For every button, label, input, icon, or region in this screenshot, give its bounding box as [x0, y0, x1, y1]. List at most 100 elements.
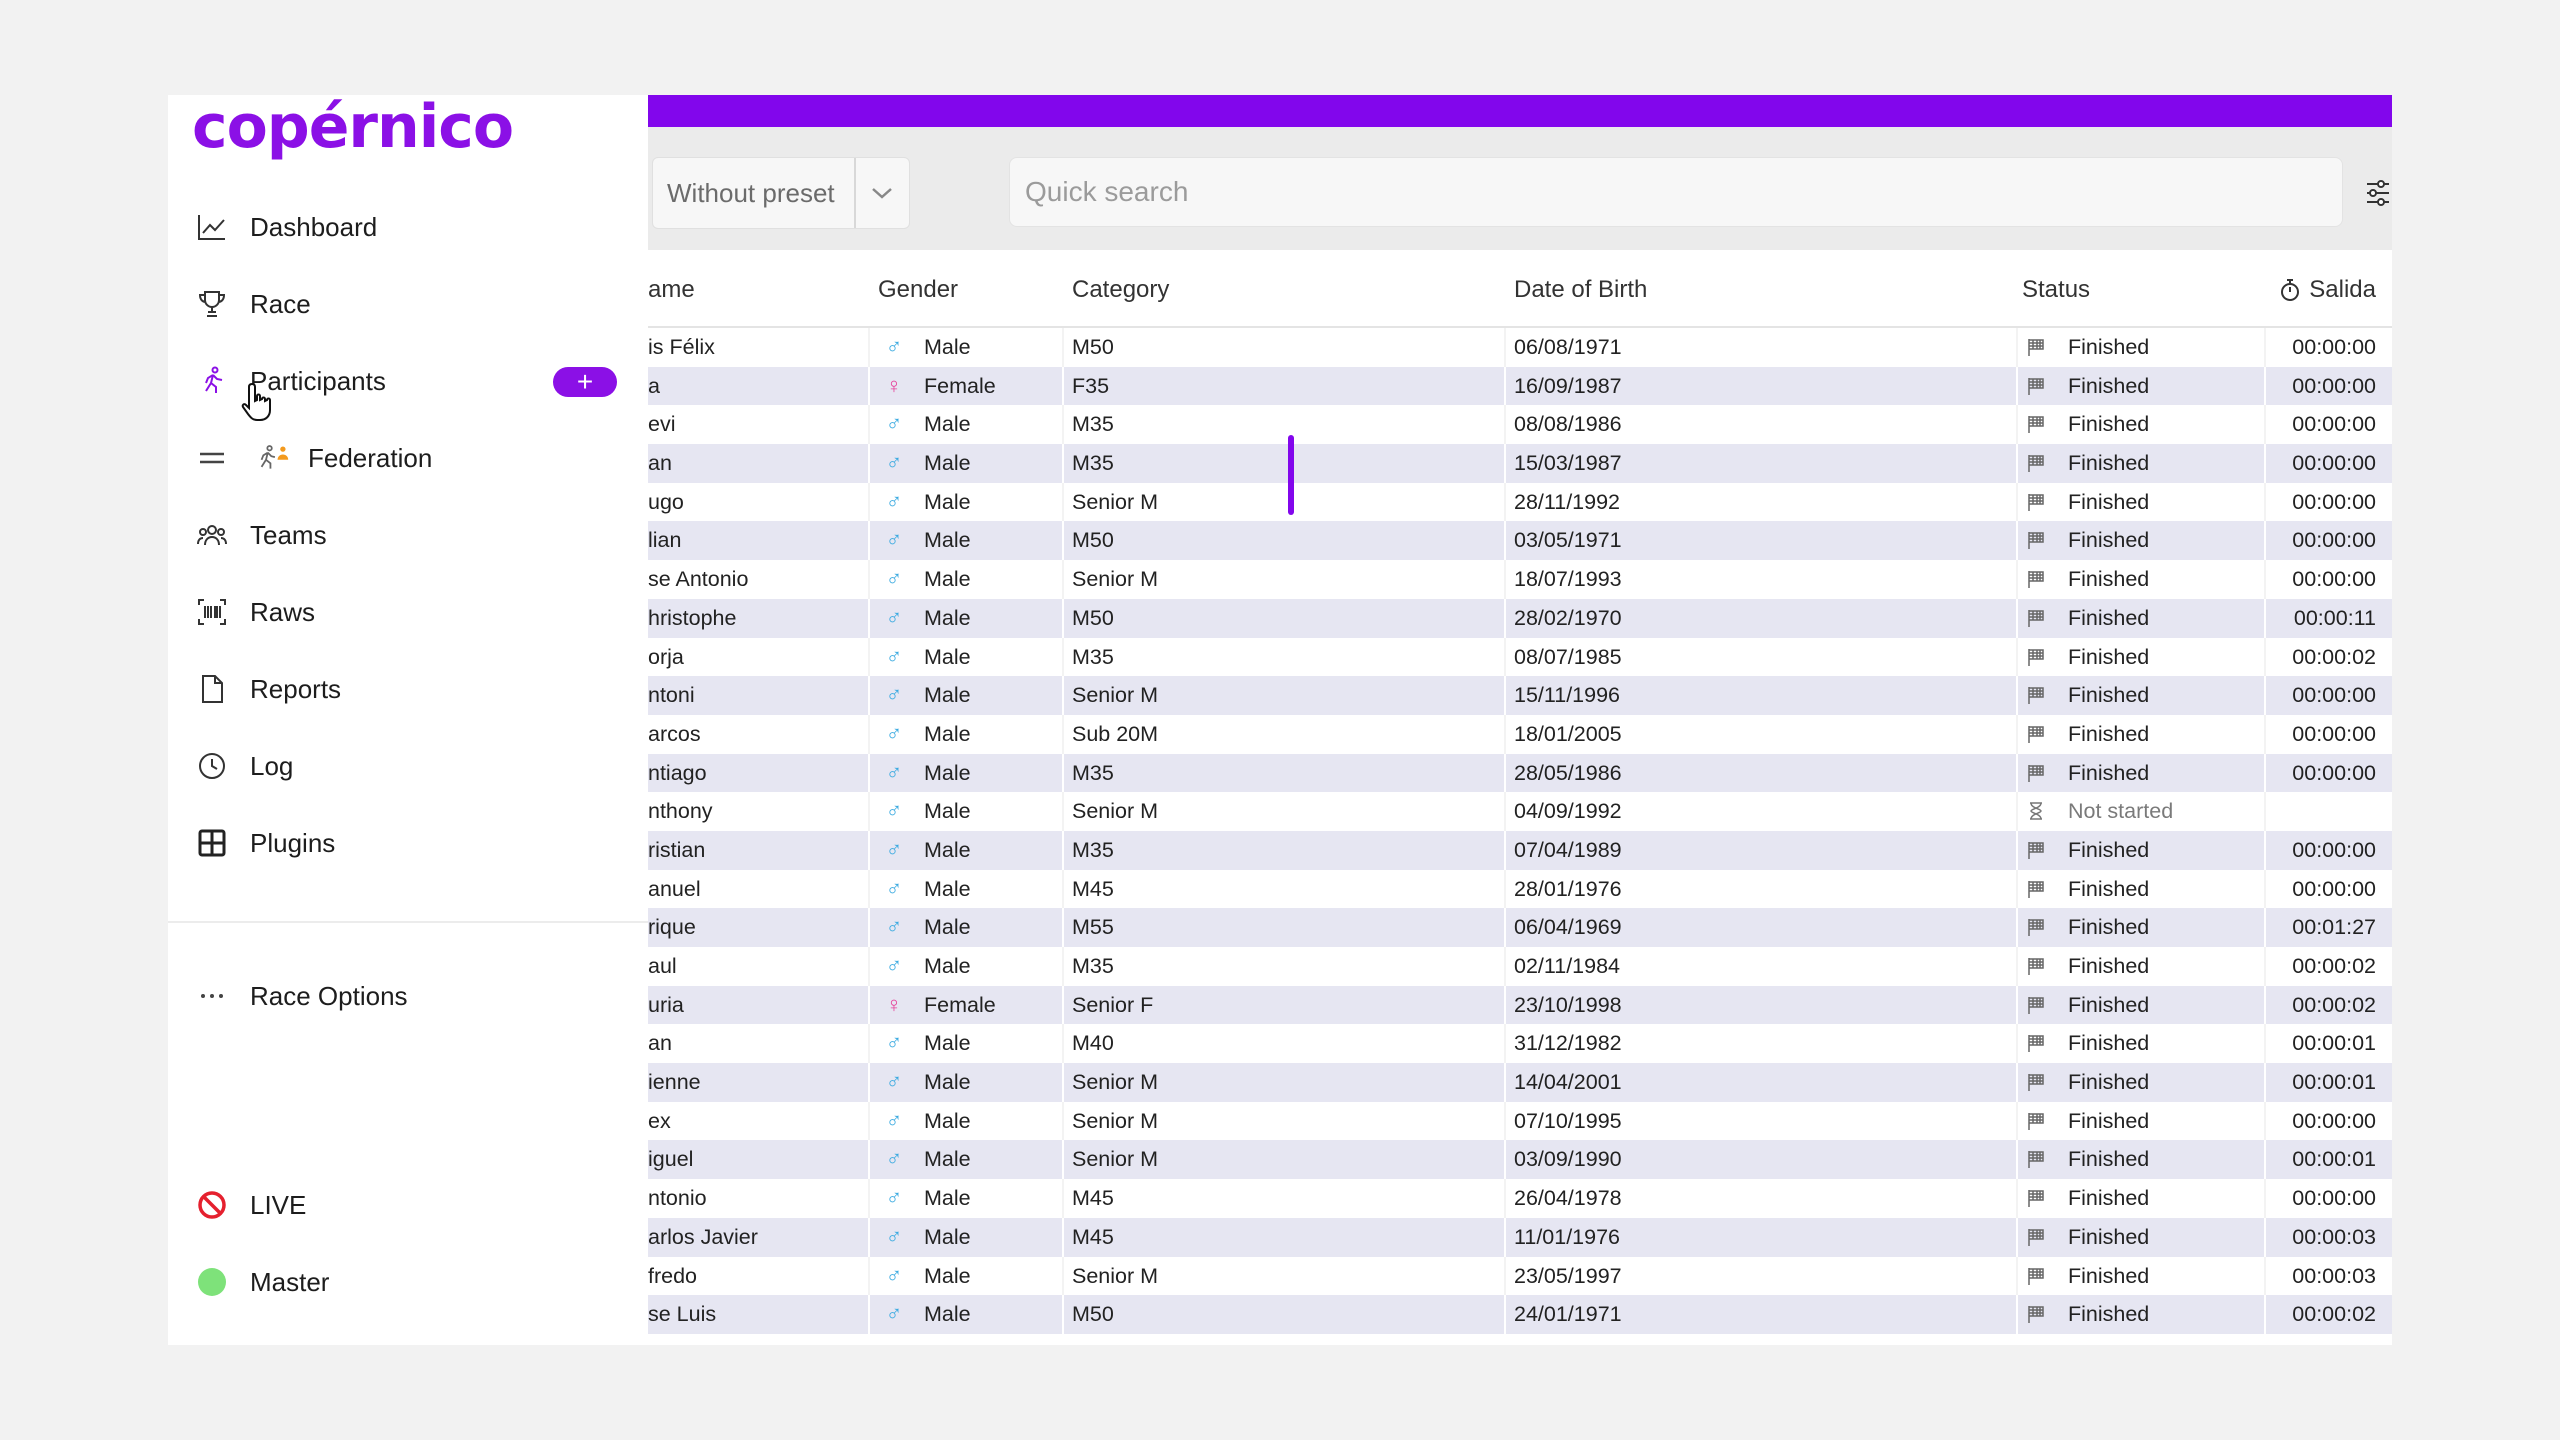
cell-gender: Male: [924, 335, 971, 359]
cell-gender: Male: [924, 1263, 971, 1288]
sidebar-item-dashboard[interactable]: Dashboard: [194, 203, 624, 251]
table-row[interactable]: ristian ♂ Male M35 07/04/1989 Finished 00:00:0…: [648, 830, 2392, 870]
drag-handle-icon[interactable]: [194, 440, 230, 476]
table-row[interactable]: ntoni ♂ Male Senior M 15/11/1996 Finished 00:0…: [648, 676, 2392, 715]
sidebar-item-plugins[interactable]: Plugins: [194, 819, 624, 867]
cell-dob: 07/04/1989: [1514, 837, 1622, 862]
barcode-icon: [194, 594, 230, 630]
cell-gender: Male: [924, 1070, 971, 1095]
male-symbol-icon: ♂: [885, 488, 903, 514]
sidebar-item-federation[interactable]: Federation: [194, 434, 624, 482]
column-header-gender[interactable]: Gender: [878, 276, 958, 304]
cell-salida: 00:00:00: [2292, 567, 2376, 592]
cell-salida: 00:00:02: [2292, 992, 2376, 1017]
preset-select[interactable]: Without preset: [652, 157, 910, 229]
chevron-down-icon[interactable]: [856, 186, 909, 200]
table-row[interactable]: evi ♂ Male M35 08/08/1986 Finished 00:00:00: [648, 405, 2392, 445]
table-row[interactable]: an ♂ Male M35 15/03/1987 Finished 00:00:00: [648, 444, 2392, 483]
cell-status: Finished: [2068, 992, 2150, 1017]
male-symbol-icon: ♂: [885, 1185, 903, 1211]
cell-name: iguel: [648, 1147, 694, 1172]
column-header-status[interactable]: Status: [2022, 276, 2090, 304]
add-participant-button[interactable]: +: [553, 367, 617, 397]
sidebar-item-log[interactable]: Log: [194, 742, 624, 790]
table-row[interactable]: hristophe ♂ Male M50 28/02/1970 Finished 00:00…: [648, 598, 2392, 638]
table-row[interactable]: ex ♂ Male Senior M 07/10/1995 Finished 00:00:0…: [648, 1101, 2392, 1141]
table-row[interactable]: se Luis ♂ Male M50 24/01/1971 Finished 00:00:0…: [648, 1295, 2392, 1334]
table-row[interactable]: nthony ♂ Male Senior M 04/09/1992 Not started: [648, 792, 2392, 831]
table-row[interactable]: ntiago ♂ Male M35 28/05/1986 Finished 00:00:00: [648, 753, 2392, 793]
male-symbol-icon: ♂: [885, 1107, 903, 1133]
column-header-salida[interactable]: Salida: [2279, 276, 2376, 304]
sidebar-item-race-options[interactable]: Race Options: [194, 972, 624, 1020]
male-symbol-icon: ♂: [885, 682, 903, 708]
table-row[interactable]: orja ♂ Male M35 08/07/1985 Finished 00:00:02: [648, 637, 2392, 677]
trophy-icon: [194, 286, 230, 322]
male-symbol-icon: ♂: [885, 411, 903, 437]
table-row[interactable]: arcos ♂ Male Sub 20M 18/01/2005 Finished 00:00…: [648, 714, 2392, 754]
search-box[interactable]: [1009, 157, 2343, 227]
cell-gender: Male: [924, 528, 971, 553]
table-row[interactable]: lian ♂ Male M50 03/05/1971 Finished 00:00:00: [648, 521, 2392, 561]
cell-name: lian: [648, 528, 682, 553]
cell-status: Finished: [2068, 1147, 2150, 1172]
table-row[interactable]: arlos Javier ♂ Male M45 11/01/1976 Finished 00…: [648, 1217, 2392, 1257]
cell-category: F35: [1072, 373, 1110, 398]
cell-status: Finished: [2068, 1031, 2150, 1056]
cell-status: Finished: [2068, 451, 2150, 476]
table-body: is Félix ♂ Male M50 06/08/1971 Finished 00:00:…: [648, 328, 2392, 1334]
sidebar-item-teams[interactable]: Teams: [194, 511, 624, 559]
cell-salida: 00:00:00: [2292, 721, 2376, 746]
ellipsis-icon: [194, 978, 230, 1014]
cell-name: orja: [648, 644, 684, 669]
cell-dob: 15/03/1987: [1514, 451, 1622, 476]
table-row[interactable]: a ♀ Female F35 16/09/1987 Finished 00:00:00: [648, 366, 2392, 406]
table-row[interactable]: rique ♂ Male M55 06/04/1969 Finished 00:01:27: [648, 908, 2392, 947]
sidebar-item-reports[interactable]: Reports: [194, 665, 624, 713]
cell-salida: 00:00:03: [2292, 1263, 2376, 1288]
sidebar-item-live[interactable]: LIVE: [194, 1181, 624, 1229]
cell-dob: 28/02/1970: [1514, 605, 1622, 630]
cell-status: Finished: [2068, 837, 2150, 862]
table-row[interactable]: uria ♀ Female Senior F 23/10/1998 Finished 00:…: [648, 985, 2392, 1025]
cell-dob: 28/01/1976: [1514, 876, 1622, 901]
document-icon: [194, 671, 230, 707]
cell-category: Senior M: [1072, 567, 1159, 592]
sidebar-item-master[interactable]: Master: [194, 1258, 624, 1306]
table-row[interactable]: aul ♂ Male M35 02/11/1984 Finished 00:00:02: [648, 947, 2392, 986]
cell-salida: 00:00:00: [2292, 1108, 2376, 1133]
cell-status: Finished: [2068, 373, 2150, 398]
table-row[interactable]: anuel ♂ Male M45 28/01/1976 Finished 00:00:00: [648, 869, 2392, 909]
cell-name: ex: [648, 1108, 671, 1133]
table-row[interactable]: ntonio ♂ Male M45 26/04/1978 Finished 00:00:00: [648, 1179, 2392, 1218]
cell-salida: 00:00:01: [2292, 1070, 2376, 1095]
table-row[interactable]: ienne ♂ Male Senior M 14/04/2001 Finished 00:0…: [648, 1063, 2392, 1102]
cell-category: M35: [1072, 412, 1114, 437]
chart-line-icon: [194, 209, 230, 245]
search-input[interactable]: [1010, 158, 2327, 226]
table-row[interactable]: an ♂ Male M40 31/12/1982 Finished 00:00:01: [648, 1024, 2392, 1064]
preset-value: Without preset: [667, 177, 835, 208]
male-symbol-icon: ♂: [885, 836, 903, 862]
cell-gender: Male: [924, 1224, 971, 1249]
column-header-category[interactable]: Category: [1072, 276, 1169, 304]
table-row[interactable]: ugo ♂ Male Senior M 28/11/1992 Finished 00:00:…: [648, 482, 2392, 522]
sidebar-item-label: Master: [250, 1266, 330, 1297]
cell-status: Finished: [2068, 760, 2150, 785]
column-header-dob[interactable]: Date of Birth: [1514, 276, 1647, 304]
column-header-name[interactable]: ame: [648, 276, 695, 304]
cell-category: M35: [1072, 451, 1114, 476]
table-row[interactable]: iguel ♂ Male Senior M 03/09/1990 Finished 00:0…: [648, 1140, 2392, 1180]
sidebar-item-label: Teams: [250, 519, 327, 550]
table-row[interactable]: fredo ♂ Male Senior M 23/05/1997 Finished 00:0…: [648, 1256, 2392, 1296]
cell-gender: Male: [924, 1108, 971, 1133]
table-row[interactable]: is Félix ♂ Male M50 06/08/1971 Finished 00:00:…: [648, 328, 2392, 367]
female-symbol-icon: ♀: [885, 372, 903, 398]
cell-gender: Male: [924, 837, 971, 862]
cell-category: Senior M: [1072, 799, 1159, 824]
brand-logo[interactable]: copérnico: [192, 95, 514, 159]
sidebar-item-raws[interactable]: Raws: [194, 588, 624, 636]
sidebar-item-race[interactable]: Race: [194, 280, 624, 328]
table-row[interactable]: se Antonio ♂ Male Senior M 18/07/1993 Finishe…: [648, 560, 2392, 599]
filter-settings-icon[interactable]: [2364, 177, 2392, 209]
